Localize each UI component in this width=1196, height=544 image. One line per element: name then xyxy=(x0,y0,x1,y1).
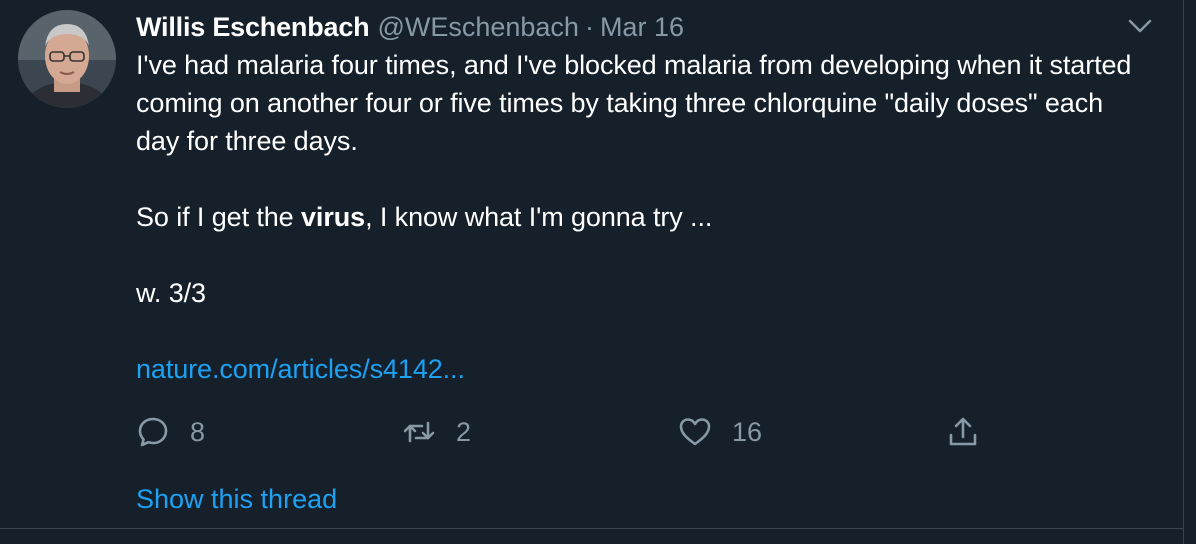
display-name[interactable]: Willis Eschenbach xyxy=(136,12,370,42)
tweet-paragraph-2: So if I get the virus, I know what I'm g… xyxy=(136,198,1136,236)
tweet-divider xyxy=(0,528,1184,529)
tweet-actions: 8 2 16 xyxy=(136,410,996,454)
header-separator: · xyxy=(584,12,594,42)
show-thread-link[interactable]: Show this thread xyxy=(136,480,337,518)
timeline-border xyxy=(1183,0,1184,544)
paragraph-2-start: So if I get the xyxy=(136,202,302,232)
tweet-header: Willis Eschenbach @WEschenbach · Mar 16 xyxy=(136,8,1136,46)
retweet-icon xyxy=(402,415,436,449)
like-icon xyxy=(678,415,712,449)
reply-count: 8 xyxy=(190,416,206,447)
bold-keyword: virus xyxy=(301,202,366,232)
tweet[interactable]: Willis Eschenbach @WEschenbach · Mar 16 I'v… xyxy=(0,0,1196,544)
retweet-count: 2 xyxy=(456,416,472,447)
article-link[interactable]: nature.com/articles/s4142... xyxy=(136,350,465,388)
like-count: 16 xyxy=(732,416,763,447)
avatar[interactable] xyxy=(18,10,116,108)
user-handle[interactable]: @WEschenbach xyxy=(377,12,579,42)
tweet-paragraph-1: I've had malaria four times, and I've bl… xyxy=(136,50,1139,156)
tweet-content: Willis Eschenbach @WEschenbach · Mar 16 I'v… xyxy=(136,8,1136,388)
tweet-date[interactable]: Mar 16 xyxy=(600,12,684,42)
retweet-button[interactable]: 2 xyxy=(402,410,471,454)
tweet-body: I've had malaria four times, and I've bl… xyxy=(136,46,1136,388)
tweet-paragraph-3: w. 3/3 xyxy=(136,278,206,308)
paragraph-2-end: , I know what I'm gonna try ... xyxy=(365,202,713,232)
like-button[interactable]: 16 xyxy=(678,410,762,454)
share-icon xyxy=(946,415,980,449)
reply-icon xyxy=(136,415,170,449)
caret-down-icon[interactable] xyxy=(1126,12,1154,40)
avatar-image xyxy=(18,10,116,108)
link-container: nature.com/articles/s4142... xyxy=(136,350,1136,388)
reply-button[interactable]: 8 xyxy=(136,410,205,454)
share-button[interactable] xyxy=(946,410,980,454)
